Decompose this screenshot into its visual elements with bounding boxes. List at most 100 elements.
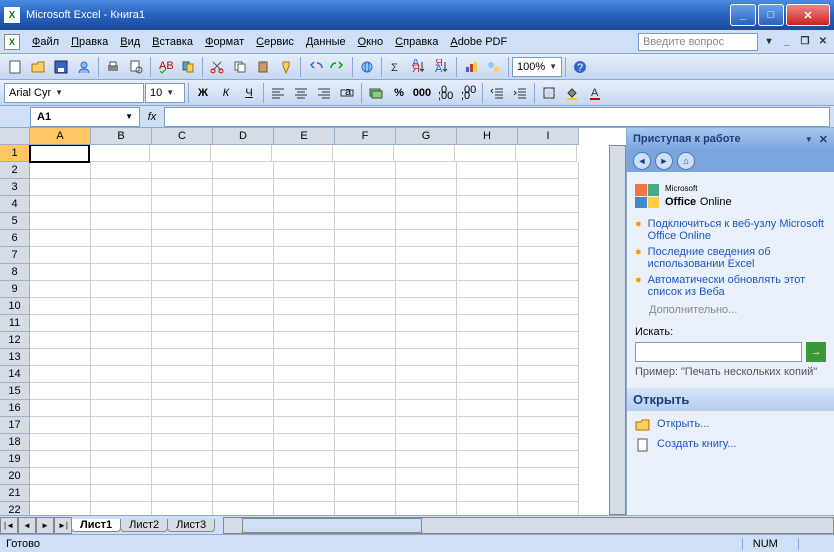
- cell-B2[interactable]: [91, 162, 152, 179]
- row-header-22[interactable]: 22: [0, 502, 30, 515]
- open-file-link[interactable]: Открыть...: [635, 417, 826, 431]
- cell-B4[interactable]: [91, 196, 152, 213]
- autosum-icon[interactable]: Σ: [385, 56, 407, 78]
- row-header-7[interactable]: 7: [0, 247, 30, 264]
- cell-D8[interactable]: [213, 264, 274, 281]
- cell-E8[interactable]: [274, 264, 335, 281]
- cell-F11[interactable]: [335, 315, 396, 332]
- cell-I15[interactable]: [518, 383, 579, 400]
- cell-E22[interactable]: [274, 502, 335, 515]
- cell-G20[interactable]: [396, 468, 457, 485]
- currency-icon[interactable]: [365, 82, 387, 104]
- back-icon[interactable]: ◄: [633, 152, 651, 170]
- cell-G3[interactable]: [396, 179, 457, 196]
- cell-H2[interactable]: [457, 162, 518, 179]
- cell-I7[interactable]: [518, 247, 579, 264]
- vertical-scrollbar[interactable]: [609, 145, 626, 515]
- cell-G6[interactable]: [396, 230, 457, 247]
- col-header-E[interactable]: E: [274, 128, 335, 145]
- cell-D13[interactable]: [213, 349, 274, 366]
- cell-G12[interactable]: [396, 332, 457, 349]
- cell-G5[interactable]: [396, 213, 457, 230]
- sheet-tab-Лист3[interactable]: Лист3: [167, 519, 215, 532]
- cell-C12[interactable]: [152, 332, 213, 349]
- cell-D18[interactable]: [213, 434, 274, 451]
- cell-C10[interactable]: [152, 298, 213, 315]
- cell-E13[interactable]: [274, 349, 335, 366]
- cell-H12[interactable]: [457, 332, 518, 349]
- cell-I19[interactable]: [518, 451, 579, 468]
- format-painter-icon[interactable]: [275, 56, 297, 78]
- cell-B11[interactable]: [91, 315, 152, 332]
- sort-asc-icon[interactable]: АЯ: [408, 56, 430, 78]
- cell-C3[interactable]: [152, 179, 213, 196]
- cell-I4[interactable]: [518, 196, 579, 213]
- cell-I12[interactable]: [518, 332, 579, 349]
- cell-C13[interactable]: [152, 349, 213, 366]
- cell-I11[interactable]: [518, 315, 579, 332]
- cell-A6[interactable]: [30, 230, 91, 247]
- align-center-icon[interactable]: [290, 82, 312, 104]
- taskpane-link-1[interactable]: ●Последние сведения об использовании Exc…: [635, 246, 826, 270]
- increase-indent-icon[interactable]: [509, 82, 531, 104]
- row-header-8[interactable]: 8: [0, 264, 30, 281]
- cell-F18[interactable]: [335, 434, 396, 451]
- cell-A3[interactable]: [30, 179, 91, 196]
- decrease-indent-icon[interactable]: [486, 82, 508, 104]
- cell-G8[interactable]: [396, 264, 457, 281]
- cell-B5[interactable]: [91, 213, 152, 230]
- cell-I14[interactable]: [518, 366, 579, 383]
- help-icon[interactable]: ?: [569, 56, 591, 78]
- cell-H7[interactable]: [457, 247, 518, 264]
- menu-окно[interactable]: Окно: [352, 34, 390, 50]
- cell-A2[interactable]: [30, 162, 91, 179]
- cell-F19[interactable]: [335, 451, 396, 468]
- cell-D5[interactable]: [213, 213, 274, 230]
- cell-G21[interactable]: [396, 485, 457, 502]
- percent-icon[interactable]: %: [388, 82, 410, 104]
- menu-правка[interactable]: Правка: [65, 34, 114, 50]
- cell-H3[interactable]: [457, 179, 518, 196]
- col-header-I[interactable]: I: [518, 128, 579, 145]
- cell-A19[interactable]: [30, 451, 91, 468]
- cell-H4[interactable]: [457, 196, 518, 213]
- cell-A9[interactable]: [30, 281, 91, 298]
- cell-G11[interactable]: [396, 315, 457, 332]
- cell-E18[interactable]: [274, 434, 335, 451]
- horizontal-scrollbar[interactable]: [223, 517, 834, 534]
- cell-D4[interactable]: [213, 196, 274, 213]
- forward-icon[interactable]: ►: [655, 152, 673, 170]
- cell-F4[interactable]: [335, 196, 396, 213]
- cell-D19[interactable]: [213, 451, 274, 468]
- cell-A22[interactable]: [30, 502, 91, 515]
- cell-G13[interactable]: [396, 349, 457, 366]
- row-header-3[interactable]: 3: [0, 179, 30, 196]
- cell-H1[interactable]: [455, 145, 516, 162]
- cell-C21[interactable]: [152, 485, 213, 502]
- cell-I9[interactable]: [518, 281, 579, 298]
- cell-G1[interactable]: [394, 145, 455, 162]
- doc-minimize-button[interactable]: _: [780, 35, 794, 49]
- ask-question-box[interactable]: Введите вопрос: [638, 33, 758, 51]
- row-header-19[interactable]: 19: [0, 451, 30, 468]
- row-header-17[interactable]: 17: [0, 417, 30, 434]
- cell-C2[interactable]: [152, 162, 213, 179]
- more-link[interactable]: Дополнительно...: [649, 304, 826, 316]
- cell-A7[interactable]: [30, 247, 91, 264]
- cell-C16[interactable]: [152, 400, 213, 417]
- search-go-button[interactable]: →: [806, 342, 826, 362]
- cell-E9[interactable]: [274, 281, 335, 298]
- menu-вставка[interactable]: Вставка: [146, 34, 199, 50]
- undo-icon[interactable]: [304, 56, 326, 78]
- cell-H15[interactable]: [457, 383, 518, 400]
- row-header-6[interactable]: 6: [0, 230, 30, 247]
- name-box[interactable]: A1▼: [30, 107, 140, 127]
- cell-H9[interactable]: [457, 281, 518, 298]
- cell-E3[interactable]: [274, 179, 335, 196]
- taskpane-close-icon[interactable]: ✕: [819, 133, 828, 146]
- cell-G18[interactable]: [396, 434, 457, 451]
- paste-icon[interactable]: [252, 56, 274, 78]
- row-header-16[interactable]: 16: [0, 400, 30, 417]
- comma-icon[interactable]: 000: [411, 82, 433, 104]
- cell-F10[interactable]: [335, 298, 396, 315]
